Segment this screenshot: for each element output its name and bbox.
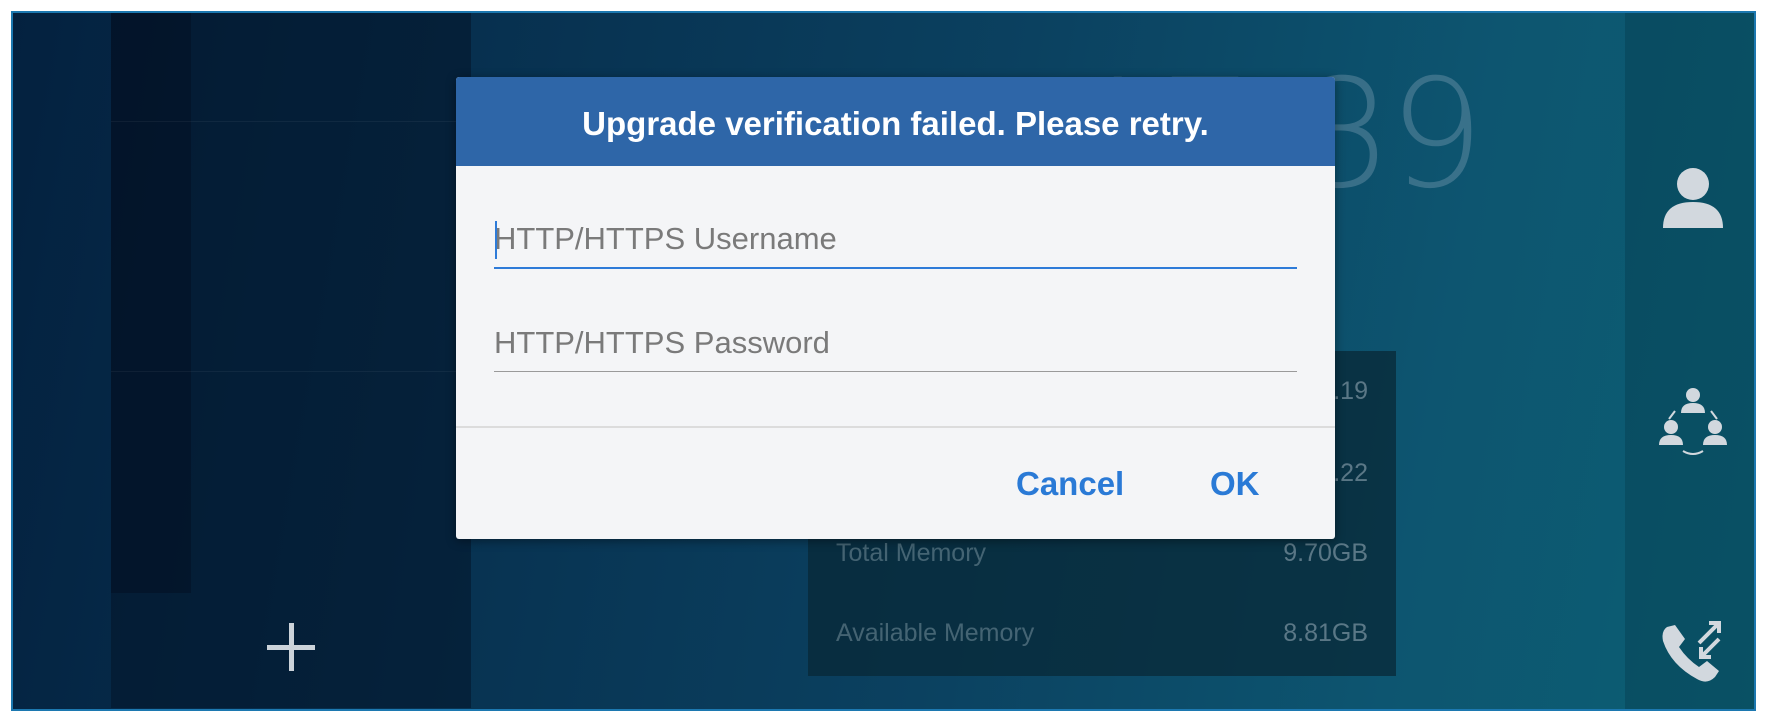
call-transfer-icon[interactable] — [1653, 613, 1733, 693]
dialog-title: Upgrade verification failed. Please retr… — [582, 105, 1209, 142]
left-panel-strip — [111, 13, 191, 593]
plus-icon[interactable] — [261, 618, 321, 678]
username-field[interactable] — [494, 211, 1297, 267]
info-row: Available Memory 8.81GB — [808, 593, 1396, 673]
password-field-underline — [494, 371, 1297, 372]
ok-button[interactable]: OK — [1210, 465, 1260, 503]
dialog-header: Upgrade verification failed. Please retr… — [456, 77, 1335, 166]
password-field[interactable] — [494, 315, 1297, 371]
left-panel-divider — [111, 121, 471, 122]
upgrade-verification-dialog: Upgrade verification failed. Please retr… — [456, 77, 1335, 539]
home-screen: 17:39 2 .19 .22 Total Memory 9.70GB Avai… — [11, 11, 1756, 711]
info-value: 8.81GB — [1283, 619, 1368, 647]
info-value: .22 — [1333, 459, 1368, 487]
conference-icon[interactable] — [1653, 381, 1733, 461]
cancel-button[interactable]: Cancel — [1016, 465, 1124, 503]
info-value: 9.70GB — [1283, 539, 1368, 567]
left-panel-divider — [111, 371, 471, 372]
text-cursor — [495, 221, 497, 259]
contact-icon[interactable] — [1653, 158, 1733, 238]
info-value: .19 — [1333, 377, 1368, 405]
username-field-underline — [494, 267, 1297, 269]
info-label: Total Memory — [836, 539, 987, 567]
info-label: Available Memory — [836, 619, 1035, 647]
dialog-divider — [456, 426, 1335, 428]
right-sidebar — [1625, 13, 1754, 709]
